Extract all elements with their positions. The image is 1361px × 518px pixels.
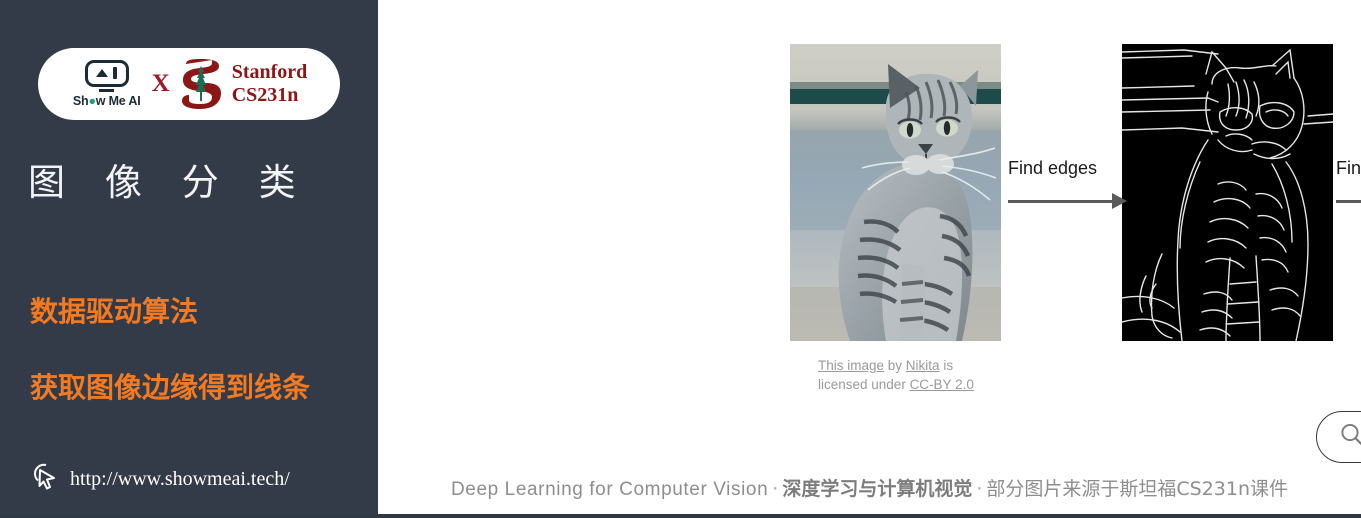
footer-caption: Deep Learning for Computer Vision · 深度学习与计… (378, 474, 1361, 501)
image-credit: This image by Nikita is licensed under C… (818, 356, 1018, 394)
slide-root: Sh●w Me AI X Stanford CS231n 图 像 分 类 数据驱… (0, 0, 1361, 518)
arrow-shaft (1336, 200, 1361, 203)
search-icon (1339, 422, 1361, 453)
footer-dot-2: · (976, 478, 983, 500)
site-url[interactable]: http://www.showmeai.tech/ (70, 468, 290, 491)
main-content: This image by Nikita is licensed under C… (378, 0, 1361, 514)
showmeai-wordmark: Sh●w Me AI (72, 94, 141, 109)
footer-dot-1: · (772, 478, 779, 500)
arrow-head-icon (1112, 193, 1127, 210)
credit-mid-2: is (939, 358, 954, 373)
chevron-up-icon (96, 69, 109, 78)
wechat-search-pill[interactable]: 搜索 | 微信 ShowMeAI 研究中心 (1316, 411, 1361, 463)
sidebar: Sh●w Me AI X Stanford CS231n 图 像 分 类 数据驱… (0, 0, 378, 514)
stanford-course-label: Stanford CS231n (232, 61, 308, 107)
arrow-label-find-corners: Find corners (1336, 158, 1361, 178)
footer-chinese-note: 部分图片来源于斯坦福CS231n课件 (986, 478, 1289, 500)
credit-mid-1: by (884, 358, 906, 373)
bar-icon (113, 67, 117, 80)
stanford-line-1: Stanford (231, 60, 308, 83)
credit-line-2-prefix: licensed under (818, 377, 910, 393)
cursor-pointer-icon (30, 462, 58, 497)
brand-pill: Sh●w Me AI X Stanford CS231n (38, 48, 340, 120)
tabby-cat-photo (790, 44, 1001, 341)
credit-link-author[interactable]: Nikita (906, 358, 940, 373)
credit-link-license[interactable]: CC-BY 2.0 (910, 377, 974, 392)
stanford-tree-icon (179, 58, 223, 110)
credit-link-image[interactable]: This image (818, 358, 884, 373)
showmeai-robot-icon: Sh●w Me AI (71, 59, 143, 109)
footer-chinese-title: 深度学习与计算机视觉 (782, 478, 973, 500)
sidebar-bullet-2: 获取图像边缘得到线条 (30, 371, 311, 404)
site-link-row[interactable]: http://www.showmeai.tech/ (30, 462, 290, 497)
arrow-shaft (1008, 200, 1114, 203)
stanford-line-2: CS231n (231, 84, 299, 106)
edge-detected-cat-image (1122, 44, 1333, 341)
page-title: 图 像 分 类 (28, 161, 310, 204)
arrow-label-find-edges: Find edges (1008, 158, 1098, 178)
sidebar-bullet-1: 数据驱动算法 (30, 295, 199, 328)
cross-label: X (151, 70, 170, 97)
footer-english: Deep Learning for Computer Vision (450, 479, 769, 500)
